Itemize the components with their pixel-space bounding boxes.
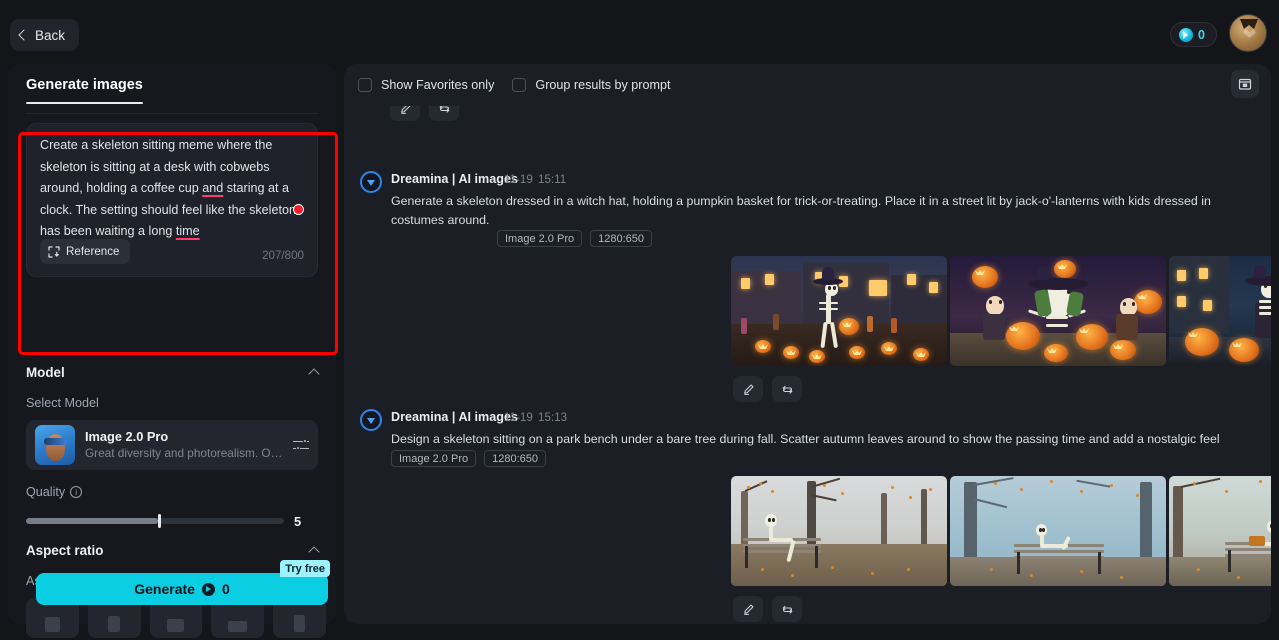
result-title: Dreamina | AI images: [391, 172, 518, 186]
edit-icon: [743, 384, 753, 395]
result-prompt: Generate a skeleton dressed in a witch h…: [391, 194, 1211, 227]
checkbox-icon[interactable]: [358, 78, 372, 92]
filter-show-favorites-only[interactable]: Show Favorites only: [358, 78, 494, 92]
regenerate-button[interactable]: [429, 106, 459, 121]
info-icon[interactable]: i: [70, 486, 83, 498]
edit-button[interactable]: [733, 596, 763, 622]
quality-slider-handle[interactable]: [157, 514, 161, 528]
result-image[interactable]: [731, 476, 947, 586]
result-date: 11-19: [504, 173, 533, 186]
model-description: Great diversity and photorealism. Of…: [85, 446, 283, 460]
credits-badge[interactable]: 0: [1170, 22, 1217, 47]
dreamina-avatar-icon: [360, 409, 382, 431]
results-feed[interactable]: Dreamina | AI images 11-19 15:11 Generat…: [344, 106, 1271, 624]
tag-model: Image 2.0 Pro: [497, 230, 583, 247]
tag-dimensions: 1280:650: [590, 230, 652, 247]
back-button-label: Back: [35, 27, 66, 43]
generate-button-label: Generate: [134, 581, 195, 597]
reference-button-label: Reference: [66, 245, 120, 258]
result-prompt: Design a skeleton sitting on a park benc…: [391, 432, 1220, 446]
edit-button[interactable]: [390, 106, 420, 121]
panel-tabs: Generate images: [26, 76, 318, 114]
regenerate-button[interactable]: [772, 376, 802, 402]
regenerate-button[interactable]: [772, 596, 802, 622]
select-model-label: Select Model: [26, 396, 99, 410]
quality-slider[interactable]: [26, 514, 284, 528]
model-thumbnail: [35, 425, 75, 465]
result-tags: Image 2.0 Pro 1280:650: [391, 450, 546, 467]
model-section-title: Model: [26, 365, 65, 380]
filter-group-results-by-prompt[interactable]: Group results by prompt: [512, 78, 671, 92]
aspect-ratio-section-header[interactable]: Aspect ratio: [26, 543, 320, 558]
regenerate-icon: [782, 385, 792, 394]
checkbox-icon[interactable]: [512, 78, 527, 92]
regenerate-icon: [439, 106, 449, 113]
result-actions: [733, 596, 802, 622]
chevron-left-icon: [18, 29, 30, 41]
result-actions: [733, 376, 802, 402]
previous-result-actions: [390, 106, 459, 121]
result-image[interactable]: [1169, 476, 1271, 586]
model-card[interactable]: Image 2.0 Pro Great diversity and photor…: [26, 420, 318, 470]
edit-button[interactable]: [733, 376, 763, 402]
result-date: 11-19: [504, 411, 533, 424]
result-time: 15:11: [538, 173, 567, 186]
result-image[interactable]: [950, 476, 1166, 586]
model-name: Image 2.0 Pro: [85, 429, 169, 444]
prompt-underline-time: time: [175, 224, 200, 239]
credit-coin-icon: [1179, 27, 1194, 42]
generate-cost: 0: [221, 581, 230, 597]
quality-slider-fill: [26, 518, 158, 524]
reference-image-icon: [48, 245, 60, 258]
credits-value: 0: [1198, 27, 1205, 42]
filter-label: Show Favorites only: [381, 78, 495, 92]
filter-label: Group results by prompt: [535, 78, 671, 92]
quality-label: Quality: [26, 485, 66, 499]
archive-button[interactable]: [1231, 70, 1259, 98]
result-tags: Image 2.0 Pro 1280:650: [497, 230, 652, 247]
result-image[interactable]: [1169, 256, 1271, 366]
result-image[interactable]: [731, 256, 947, 366]
top-bar: Back 0: [0, 0, 1279, 70]
chevron-up-icon: [308, 368, 320, 380]
results-panel: Show Favorites only Group results by pro…: [344, 64, 1271, 624]
app-root: Back 0 Generate images Create a skeleton…: [0, 0, 1279, 640]
quality-slider-row: 5: [26, 513, 318, 529]
model-meta: Image 2.0 Pro Great diversity and photor…: [85, 429, 283, 461]
tab-generate-images[interactable]: Generate images: [26, 77, 143, 104]
user-avatar[interactable]: [1229, 14, 1267, 52]
reference-button[interactable]: Reference: [40, 239, 130, 264]
quality-value: 5: [294, 513, 302, 529]
back-button[interactable]: Back: [10, 19, 80, 51]
generate-button[interactable]: Generate 0 Try free: [36, 560, 330, 605]
result-time: 15:13: [538, 411, 568, 424]
aspect-ratio-section-title: Aspect ratio: [26, 543, 104, 558]
regenerate-icon: [782, 605, 792, 614]
result-image-grid: [731, 256, 1271, 366]
dreamina-avatar-icon: [360, 171, 382, 193]
prompt-input-box[interactable]: Create a skeleton sitting meme where the…: [26, 123, 318, 277]
prompt-text: Create a skeleton sitting meme where the…: [40, 138, 296, 239]
result-image-grid: The server is busy at the mo…: [731, 476, 1271, 586]
model-section-header[interactable]: Model: [26, 365, 320, 380]
result-image[interactable]: [950, 256, 1166, 366]
chevron-up-icon: [308, 546, 320, 558]
model-settings-icon[interactable]: [293, 438, 309, 452]
try-free-badge: Try free: [280, 560, 330, 577]
record-indicator-icon[interactable]: [293, 204, 304, 215]
tag-dimensions: 1280:650: [484, 450, 546, 467]
char-counter: 207/800: [262, 249, 304, 262]
folder-icon: [1238, 78, 1252, 90]
edit-icon: [400, 106, 410, 114]
tag-model: Image 2.0 Pro: [391, 450, 477, 467]
edit-icon: [743, 604, 753, 615]
left-sidebar: Generate images Create a skeleton sittin…: [8, 64, 338, 638]
prompt-underline-and: and: [202, 181, 224, 196]
result-title: Dreamina | AI images: [391, 410, 518, 424]
generate-coin-icon: [201, 582, 215, 596]
quality-label-row: Quality i: [26, 485, 83, 499]
results-toolbar: Show Favorites only Group results by pro…: [344, 64, 1271, 106]
